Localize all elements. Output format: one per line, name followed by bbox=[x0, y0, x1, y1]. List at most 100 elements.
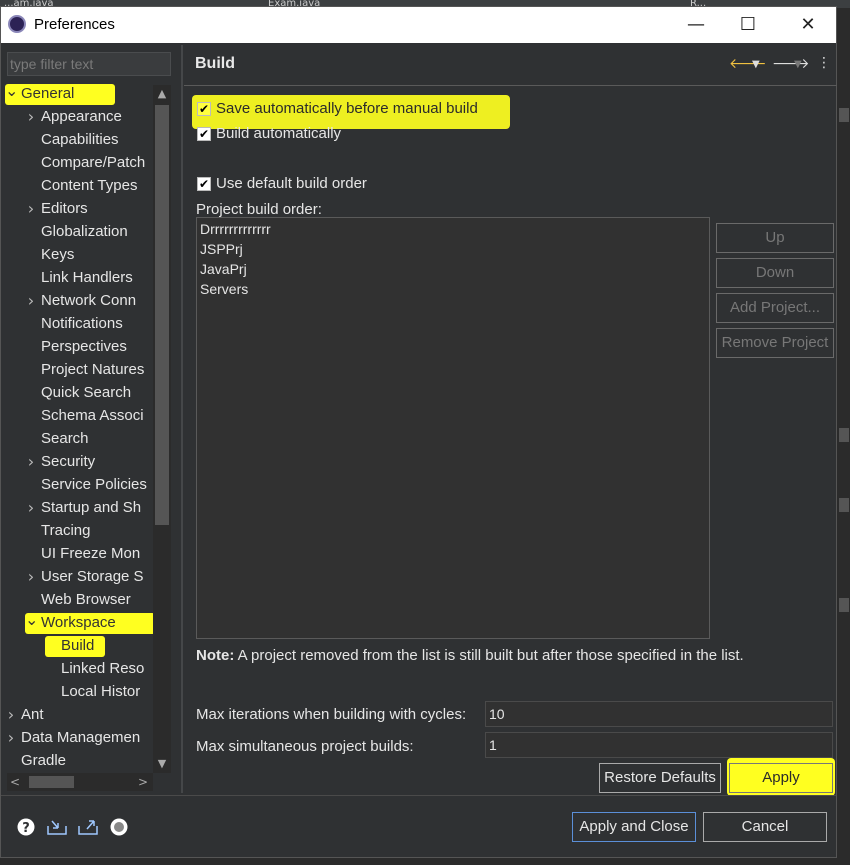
background-editor-edge bbox=[837, 8, 850, 865]
scroll-left-icon[interactable]: < bbox=[7, 773, 23, 791]
default-order-checkbox[interactable]: ✔ bbox=[197, 177, 211, 191]
header-separator bbox=[184, 85, 837, 86]
list-item[interactable]: JavaPrj bbox=[200, 261, 247, 277]
note-body: A project removed from the list is still… bbox=[234, 647, 744, 664]
import-icon[interactable] bbox=[46, 818, 67, 836]
chevron-right-icon[interactable]: › bbox=[5, 727, 17, 749]
list-item[interactable]: Servers bbox=[200, 281, 248, 297]
tree-item[interactable]: Workspace bbox=[41, 612, 116, 634]
tree-item[interactable]: Build bbox=[61, 635, 94, 657]
back-icon[interactable]: 🡐 bbox=[729, 55, 767, 72]
preferences-dialog: Preferences — ☐ ✕ type filter text ⌄ Gene… bbox=[0, 6, 837, 858]
max-iterations-label: Max iterations when building with cycles… bbox=[196, 706, 467, 723]
tree-item[interactable]: Search bbox=[41, 428, 89, 450]
build-preference-page: Build 🡐 ▼ 🡒 ▼ ⋮ ✔ Save automatically bef… bbox=[184, 45, 837, 796]
scroll-thumb[interactable] bbox=[155, 105, 169, 525]
tree-item[interactable]: Capabilities bbox=[41, 129, 119, 151]
svg-text:?: ? bbox=[22, 821, 30, 836]
save-auto-label[interactable]: Save automatically before manual build bbox=[216, 100, 478, 117]
save-auto-checkbox[interactable]: ✔ bbox=[197, 102, 211, 116]
remove-project-button[interactable]: Remove Project bbox=[716, 328, 834, 358]
maximize-button[interactable]: ☐ bbox=[725, 9, 771, 41]
background-mark bbox=[839, 598, 849, 612]
tree-item[interactable]: Data Managemen bbox=[21, 727, 140, 749]
tree-item[interactable]: Network Conn bbox=[41, 290, 136, 312]
back-menu-icon[interactable]: ▼ bbox=[752, 59, 760, 70]
view-menu-icon[interactable]: ⋮ bbox=[817, 55, 831, 71]
build-auto-label[interactable]: Build automatically bbox=[216, 125, 341, 142]
tree-item[interactable]: Appearance bbox=[41, 106, 122, 128]
scroll-down-icon[interactable]: ▼ bbox=[153, 755, 171, 773]
forward-icon[interactable]: 🡒 bbox=[772, 55, 810, 72]
max-simultaneous-label: Max simultaneous project builds: bbox=[196, 738, 414, 755]
max-simultaneous-input[interactable]: 1 bbox=[485, 732, 833, 758]
scroll-right-icon[interactable]: > bbox=[135, 773, 151, 791]
tree-item[interactable]: Project Natures bbox=[41, 359, 144, 381]
tree-item[interactable]: Web Browser bbox=[41, 589, 131, 611]
tree-item[interactable]: Keys bbox=[41, 244, 74, 266]
help-icon[interactable]: ? bbox=[17, 818, 35, 836]
tree-item[interactable]: Tracing bbox=[41, 520, 90, 542]
tree-item[interactable]: UI Freeze Mon bbox=[41, 543, 140, 565]
build-order-label: Project build order: bbox=[196, 201, 322, 218]
tree-item[interactable]: Link Handlers bbox=[41, 267, 133, 289]
chevron-right-icon[interactable]: › bbox=[25, 198, 37, 220]
chevron-down-icon[interactable]: ⌄ bbox=[25, 609, 38, 631]
max-iterations-input[interactable]: 10 bbox=[485, 701, 833, 727]
build-order-list[interactable]: Drrrrrrrrrrrrr JSPPrj JavaPrj Servers bbox=[196, 217, 710, 639]
filter-input[interactable]: type filter text bbox=[7, 52, 171, 76]
tree-item[interactable]: Startup and Sh bbox=[41, 497, 141, 519]
tree-item[interactable]: Schema Associ bbox=[41, 405, 144, 427]
tree-item[interactable]: Quick Search bbox=[41, 382, 131, 404]
tree-vertical-scrollbar[interactable]: ▲ ▼ bbox=[153, 85, 171, 773]
tree-item[interactable]: Globalization bbox=[41, 221, 128, 243]
down-button[interactable]: Down bbox=[716, 258, 834, 288]
default-order-label[interactable]: Use default build order bbox=[216, 175, 367, 192]
note-label: Note: bbox=[196, 647, 235, 664]
close-button[interactable]: ✕ bbox=[785, 9, 831, 41]
list-item[interactable]: Drrrrrrrrrrrrr bbox=[200, 221, 271, 237]
tree-item[interactable]: Perspectives bbox=[41, 336, 127, 358]
preferences-tree: ⌄ General › Appearance Capabilities Compare/P… bbox=[5, 83, 153, 773]
chevron-right-icon[interactable]: › bbox=[25, 290, 37, 312]
chevron-right-icon[interactable]: › bbox=[5, 704, 17, 726]
note-text: Note: A project removed from the list is… bbox=[196, 647, 744, 664]
up-button[interactable]: Up bbox=[716, 223, 834, 253]
tree-item[interactable]: Local Histor bbox=[61, 681, 140, 703]
tree-item[interactable]: User Storage S bbox=[41, 566, 144, 588]
chevron-right-icon[interactable]: › bbox=[25, 106, 37, 128]
list-item[interactable]: JSPPrj bbox=[200, 241, 243, 257]
tree-item[interactable]: Editors bbox=[41, 198, 88, 220]
chevron-down-icon[interactable]: ⌄ bbox=[5, 83, 18, 102]
apply-button[interactable]: Apply bbox=[729, 763, 833, 793]
chevron-right-icon[interactable]: › bbox=[25, 566, 37, 588]
scroll-thumb[interactable] bbox=[29, 776, 74, 788]
forward-menu-icon[interactable]: ▼ bbox=[794, 59, 802, 70]
build-auto-checkbox[interactable]: ✔ bbox=[197, 127, 211, 141]
tree-item[interactable]: Service Policies bbox=[41, 474, 147, 496]
tree-item[interactable]: Content Types bbox=[41, 175, 137, 197]
tree-item[interactable]: Compare/Patch bbox=[41, 152, 145, 174]
tree-item[interactable]: Linked Reso bbox=[61, 658, 144, 680]
tree-horizontal-scrollbar[interactable]: < > bbox=[7, 773, 153, 791]
background-mark bbox=[839, 108, 849, 122]
background-mark bbox=[839, 498, 849, 512]
scroll-up-icon[interactable]: ▲ bbox=[153, 85, 171, 103]
tree-item[interactable]: Security bbox=[41, 451, 95, 473]
tree-item[interactable]: Ant bbox=[21, 704, 44, 726]
minimize-button[interactable]: — bbox=[673, 9, 719, 41]
chevron-right-icon[interactable]: › bbox=[25, 451, 37, 473]
export-icon[interactable] bbox=[77, 818, 98, 836]
chevron-right-icon[interactable]: › bbox=[25, 497, 37, 519]
tree-item[interactable]: Notifications bbox=[41, 313, 123, 335]
tree-item[interactable]: General bbox=[21, 83, 74, 105]
tree-item[interactable]: Gradle bbox=[21, 750, 66, 772]
eclipse-app-icon bbox=[8, 15, 26, 33]
add-project-button[interactable]: Add Project... bbox=[716, 293, 834, 323]
title-bar: Preferences — ☐ ✕ bbox=[1, 7, 836, 43]
restore-defaults-button[interactable]: Restore Defaults bbox=[599, 763, 721, 793]
sash[interactable] bbox=[181, 45, 183, 793]
cancel-button[interactable]: Cancel bbox=[703, 812, 827, 842]
oomph-icon[interactable] bbox=[110, 818, 128, 836]
apply-and-close-button[interactable]: Apply and Close bbox=[572, 812, 696, 842]
